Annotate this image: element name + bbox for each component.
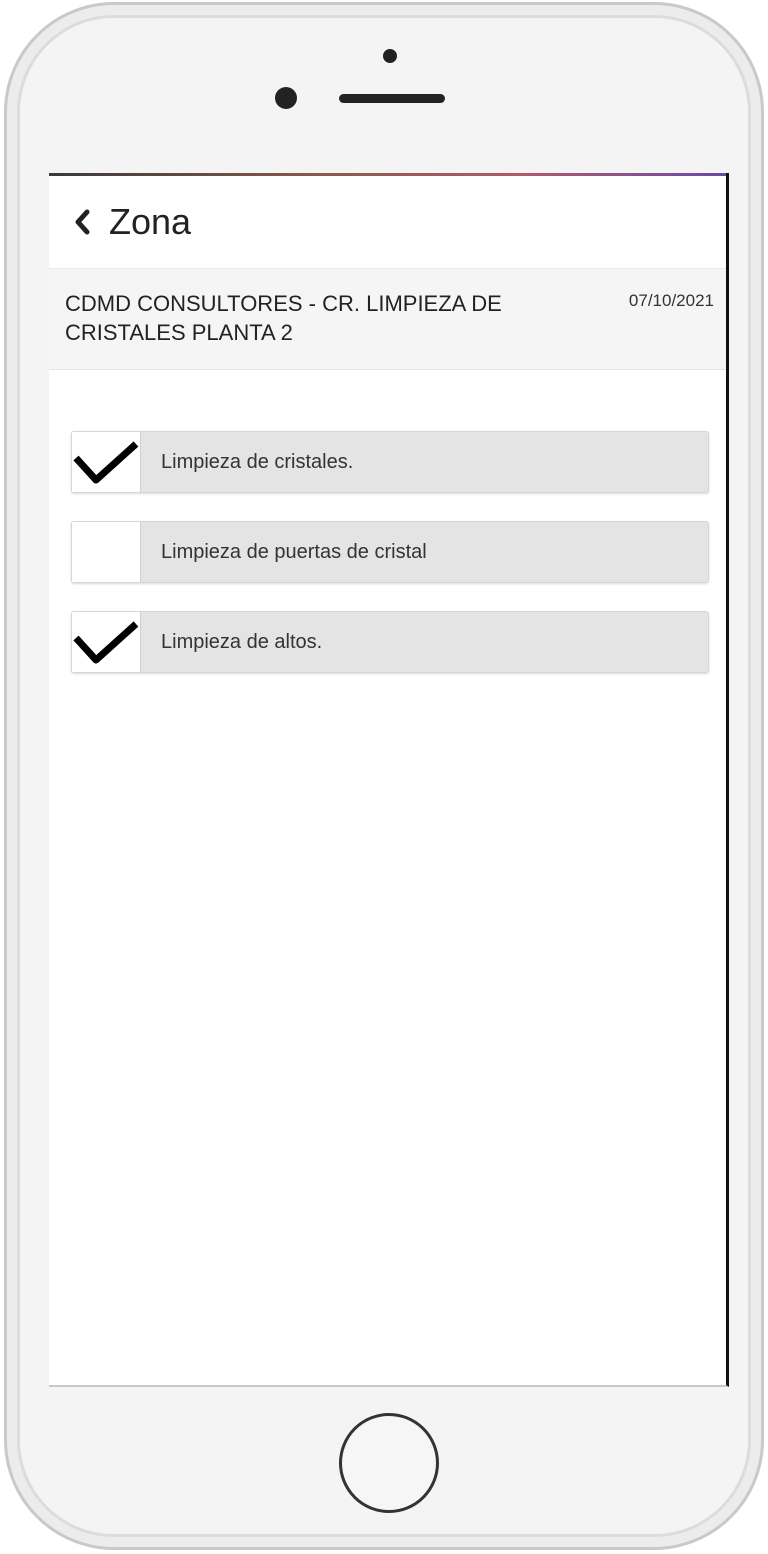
task-label: Limpieza de altos. [141, 612, 708, 672]
page-title: Zona [109, 201, 192, 242]
task-item[interactable]: Limpieza de puertas de cristal [71, 521, 709, 583]
task-label: Limpieza de cristales. [141, 432, 708, 492]
checkmark-icon [73, 621, 139, 664]
task-checkbox[interactable] [72, 432, 141, 492]
task-checkbox[interactable] [72, 522, 141, 582]
task-item[interactable]: Limpieza de cristales. [71, 431, 709, 493]
task-item[interactable]: Limpieza de altos. [71, 611, 709, 673]
zone-date: 07/10/2021 [628, 291, 714, 310]
app-screen: Zona CDMD CONSULTORES - CR. LIMPIEZA DE … [49, 173, 729, 1387]
home-button-icon[interactable] [339, 1413, 439, 1513]
proximity-sensor [383, 49, 397, 63]
front-camera [275, 87, 297, 109]
chevron-left-icon[interactable] [67, 202, 97, 242]
phone-frame: Zona CDMD CONSULTORES - CR. LIMPIEZA DE … [4, 2, 764, 1550]
task-checkbox[interactable] [72, 612, 141, 672]
zone-header: CDMD CONSULTORES - CR. LIMPIEZA DE CRIST… [49, 268, 726, 370]
navigation-bar: Zona [49, 176, 726, 268]
zone-title: CDMD CONSULTORES - CR. LIMPIEZA DE CRIST… [65, 291, 502, 345]
task-label: Limpieza de puertas de cristal [141, 522, 708, 582]
earpiece-speaker [339, 94, 445, 103]
task-list: Limpieza de cristales. Limpieza de puert… [71, 431, 709, 701]
checkmark-icon [73, 441, 139, 484]
